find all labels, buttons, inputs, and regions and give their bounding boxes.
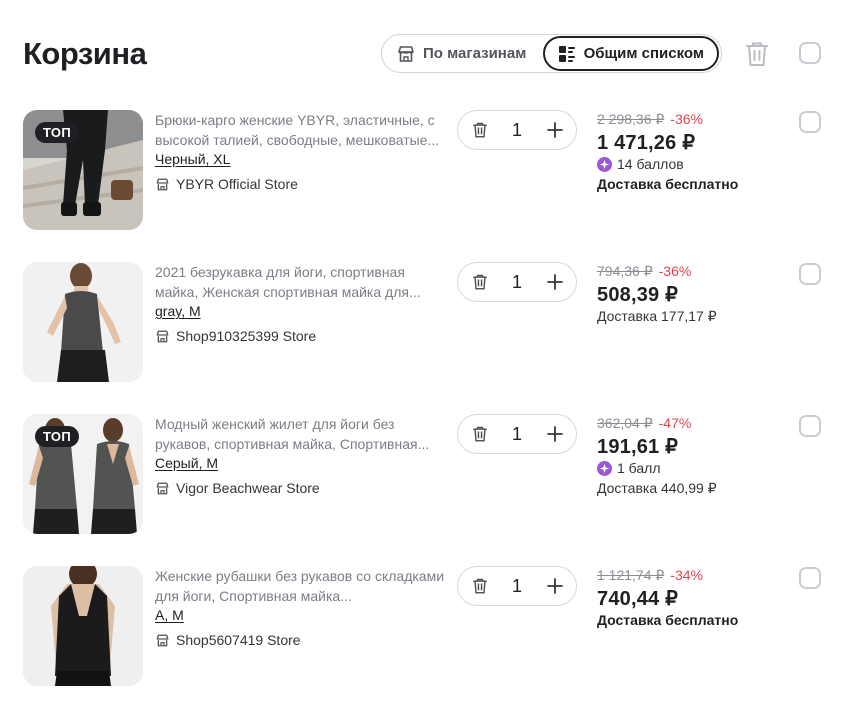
store-icon: [156, 330, 169, 342]
points-row: 14 баллов: [597, 156, 684, 172]
item-checkbox[interactable]: [799, 111, 821, 133]
discount-badge: -36%: [658, 263, 692, 279]
product-variant[interactable]: A, M: [155, 607, 184, 623]
store-name: Vigor Beachwear Store: [176, 480, 320, 496]
points-row: 1 балл: [597, 460, 661, 476]
view-by-store-label: По магазинам: [423, 45, 527, 62]
points-value: 1 балл: [617, 460, 661, 476]
delivery-info: Доставка бесплатно: [597, 176, 739, 192]
item-checkbox[interactable]: [799, 263, 821, 285]
product-image[interactable]: [23, 262, 143, 382]
quantity-value: 1: [511, 271, 522, 292]
top-badge: ТОП: [35, 122, 79, 143]
old-price-row: 2 298,36 ₽ -36%: [597, 111, 703, 128]
trash-icon[interactable]: [472, 273, 488, 291]
cart-item: 2021 безрукавка для йоги, спортивная май…: [0, 262, 842, 384]
plus-icon[interactable]: [546, 121, 564, 139]
discount-badge: -47%: [658, 415, 692, 431]
store-name: Shop910325399 Store: [176, 328, 317, 344]
price: 508,39 ₽: [597, 284, 679, 306]
store-link[interactable]: Shop910325399 Store: [155, 328, 316, 344]
product-variant[interactable]: Серый, M: [155, 455, 218, 471]
old-price: 2 298,36 ₽: [597, 111, 665, 127]
view-by-store-button[interactable]: По магазинам: [384, 36, 543, 71]
quantity-stepper: 1: [457, 262, 577, 302]
cart-item: ТОП Брюки-карго женские YBYR, эластичные…: [0, 110, 842, 232]
quantity-value: 1: [511, 423, 522, 444]
cart-item: ТОП Модный женский жилет для йоги без ру…: [0, 414, 842, 536]
price: 1 471,26 ₽: [597, 132, 696, 154]
store-icon: [156, 178, 169, 190]
discount-badge: -36%: [670, 111, 703, 127]
item-checkbox[interactable]: [799, 567, 821, 589]
product-image[interactable]: ТОП: [23, 110, 143, 230]
item-checkbox[interactable]: [799, 415, 821, 437]
old-price: 362,04 ₽: [597, 415, 653, 431]
points-value: 14 баллов: [617, 156, 684, 172]
price: 740,44 ₽: [597, 588, 679, 610]
product-title[interactable]: Модный женский жилет для йоги без рукаво…: [155, 414, 447, 454]
delivery-info: Доставка 440,99 ₽: [597, 480, 717, 496]
points-icon: [597, 156, 612, 172]
old-price: 794,36 ₽: [597, 263, 653, 279]
store-name: YBYR Official Store: [176, 176, 298, 192]
delivery-info: Доставка бесплатно: [597, 612, 739, 628]
old-price-row: 794,36 ₽ -36%: [597, 263, 691, 280]
old-price: 1 121,74 ₽: [597, 567, 665, 583]
old-price-row: 1 121,74 ₽ -34%: [597, 567, 703, 584]
delivery-info: Доставка 177,17 ₽: [597, 308, 717, 324]
view-list-label: Общим списком: [583, 45, 704, 62]
store-link[interactable]: Vigor Beachwear Store: [155, 480, 320, 496]
quantity-stepper: 1: [457, 414, 577, 454]
product-image[interactable]: ТОП: [23, 414, 143, 534]
view-list-button[interactable]: Общим списком: [542, 36, 719, 71]
store-link[interactable]: Shop5607419 Store: [155, 632, 301, 648]
trash-icon[interactable]: [472, 577, 488, 595]
store-link[interactable]: YBYR Official Store: [155, 176, 298, 192]
cart-item: Женские рубашки без рукавов со складками…: [0, 566, 842, 688]
page-title: Корзина: [23, 36, 147, 71]
delete-all-icon[interactable]: [744, 40, 770, 68]
quantity-stepper: 1: [457, 110, 577, 150]
plus-icon[interactable]: [546, 273, 564, 291]
view-mode-switch: По магазинам Общим списком: [381, 34, 722, 73]
list-icon: [558, 45, 575, 62]
price: 191,61 ₽: [597, 436, 679, 458]
quantity-value: 1: [511, 575, 522, 596]
product-variant[interactable]: Черный, XL: [155, 151, 230, 167]
store-name: Shop5607419 Store: [176, 632, 301, 648]
discount-badge: -34%: [670, 567, 703, 583]
quantity-stepper: 1: [457, 566, 577, 606]
points-icon: [597, 460, 612, 476]
plus-icon[interactable]: [546, 577, 564, 595]
plus-icon[interactable]: [546, 425, 564, 443]
old-price-row: 362,04 ₽ -47%: [597, 415, 691, 432]
quantity-value: 1: [511, 119, 522, 140]
product-title[interactable]: Женские рубашки без рукавов со складками…: [155, 566, 447, 606]
product-title[interactable]: 2021 безрукавка для йоги, спортивная май…: [155, 262, 447, 302]
product-variant[interactable]: gray, M: [155, 303, 201, 319]
trash-icon[interactable]: [472, 425, 488, 443]
product-title[interactable]: Брюки-карго женские YBYR, эластичные, с …: [155, 110, 447, 150]
store-icon: [398, 45, 414, 62]
product-image[interactable]: [23, 566, 143, 686]
store-icon: [156, 634, 169, 646]
store-icon: [156, 482, 169, 494]
trash-icon[interactable]: [472, 121, 488, 139]
select-all-checkbox[interactable]: [799, 42, 821, 64]
top-badge: ТОП: [35, 426, 79, 447]
